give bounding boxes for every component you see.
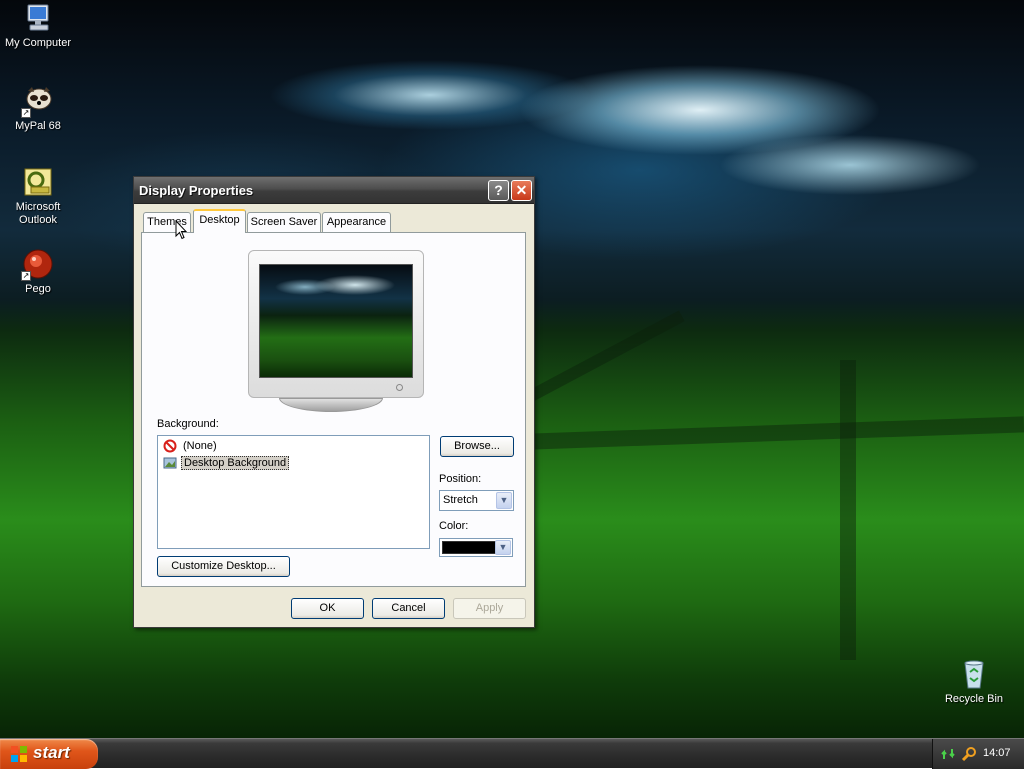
color-swatch — [442, 541, 496, 554]
color-picker[interactable]: ▼ — [439, 538, 513, 557]
chevron-down-icon[interactable]: ▼ — [496, 492, 512, 509]
desktop-icon-mypal[interactable]: ↗ MyPal 68 — [0, 85, 76, 133]
list-item-label: (None) — [183, 440, 217, 452]
display-properties-window: Display Properties ? ✕ Themes Desktop Sc… — [133, 176, 535, 628]
position-select[interactable]: Stretch ▼ — [439, 490, 514, 511]
desktop-icon-outlook[interactable]: Microsoft Outlook — [0, 166, 76, 227]
my-computer-icon — [22, 2, 54, 34]
monitor-preview — [248, 250, 424, 398]
ok-button[interactable]: OK — [291, 598, 364, 619]
network-icon[interactable] — [941, 746, 957, 762]
cancel-button[interactable]: Cancel — [372, 598, 445, 619]
wallpaper-shadow — [529, 416, 1024, 450]
mypal-browser-icon: ↗ — [21, 85, 54, 118]
monitor-stand — [279, 398, 383, 412]
position-label: Position: — [439, 473, 482, 485]
desktop-icon-recycle-bin[interactable]: Recycle Bin — [936, 658, 1012, 706]
shortcut-arrow-icon: ↗ — [21, 108, 31, 118]
desktop-icon-label: My Computer — [4, 37, 72, 49]
close-button[interactable]: ✕ — [511, 180, 532, 201]
search-icon[interactable] — [961, 746, 977, 762]
color-label: Color: — [439, 520, 469, 532]
desktop-icon-my-computer[interactable]: My Computer — [0, 2, 76, 50]
outlook-icon — [22, 166, 54, 198]
desktop-icon-label: MyPal 68 — [15, 120, 61, 132]
chevron-down-icon[interactable]: ▼ — [495, 540, 511, 555]
customize-desktop-button[interactable]: Customize Desktop... — [157, 556, 290, 577]
desktop-tab-panel: Background: (None) Desktop Background Br… — [141, 232, 526, 587]
desktop-icon-pego[interactable]: ↗ Pego — [0, 248, 76, 296]
shortcut-arrow-icon: ↗ — [21, 271, 31, 281]
power-led-icon — [396, 384, 403, 391]
list-item[interactable]: Desktop Background — [161, 455, 426, 472]
apply-button[interactable]: Apply — [453, 598, 526, 619]
background-label: Background: — [157, 418, 219, 430]
start-label: start — [33, 743, 70, 762]
background-listbox[interactable]: (None) Desktop Background — [157, 435, 430, 549]
position-value: Stretch — [443, 494, 478, 506]
image-file-icon — [163, 456, 177, 470]
clock: 14:07 — [983, 747, 1011, 759]
browse-button[interactable]: Browse... — [440, 436, 514, 457]
start-button[interactable]: start — [0, 739, 98, 769]
pego-icon: ↗ — [21, 248, 54, 281]
wallpaper-preview — [259, 264, 413, 378]
none-icon — [163, 439, 177, 453]
tab-desktop[interactable]: Desktop — [193, 209, 246, 233]
tab-appearance[interactable]: Appearance — [322, 212, 391, 232]
help-button[interactable]: ? — [488, 180, 509, 201]
desktop-icon-label: Pego — [25, 283, 51, 295]
taskbar: start 14:07 — [0, 738, 1024, 769]
system-tray: 14:07 — [932, 739, 1024, 769]
list-item[interactable]: (None) — [161, 438, 426, 455]
desktop-icon-label: Microsoft Outlook — [15, 201, 61, 226]
wallpaper-shadow — [520, 310, 685, 406]
recycle-bin-icon — [958, 658, 990, 690]
title-bar[interactable]: Display Properties ? ✕ — [134, 177, 534, 204]
list-item-label: Desktop Background — [181, 456, 290, 470]
mouse-cursor-icon — [175, 219, 188, 240]
tab-screen-saver[interactable]: Screen Saver — [247, 212, 321, 232]
wallpaper-shadow — [840, 360, 856, 660]
windows-logo-icon — [10, 745, 28, 763]
desktop-icon-label: Recycle Bin — [944, 693, 1004, 705]
window-title: Display Properties — [139, 183, 254, 198]
